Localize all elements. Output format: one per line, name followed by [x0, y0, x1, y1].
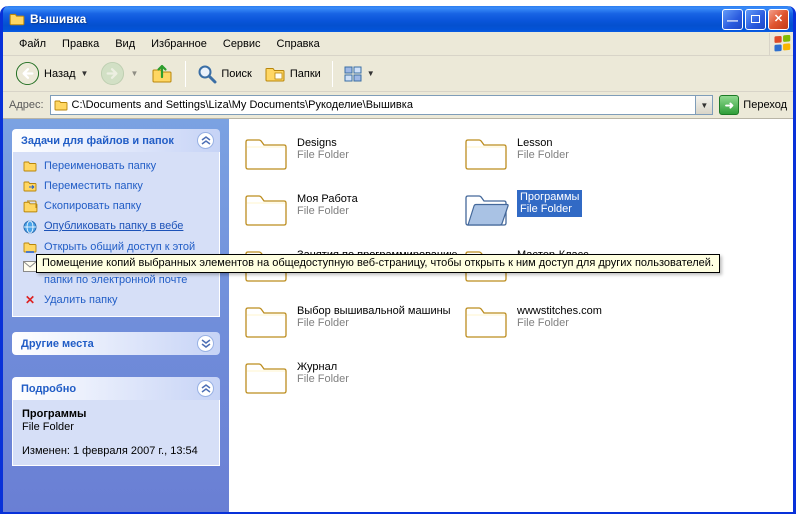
task-pane: Задачи для файлов и папок Переименовать …	[3, 119, 229, 512]
menu-bar: Файл Правка Вид Избранное Сервис Справка	[3, 32, 793, 56]
address-dropdown-icon[interactable]: ▼	[695, 96, 712, 114]
publish-globe-icon	[22, 220, 38, 234]
task-publish-folder-web[interactable]: Опубликовать папку в вебе	[22, 220, 213, 234]
address-bar: Адрес: C:\Documents and Settings\Liza\My…	[3, 92, 793, 119]
folders-button[interactable]: Папки	[258, 62, 327, 86]
title-bar[interactable]: Вышивка — ✕	[3, 6, 793, 32]
folder-icon	[243, 302, 289, 340]
chevron-up-icon[interactable]	[197, 132, 214, 149]
go-arrow-icon[interactable]: ➜	[719, 95, 739, 115]
copy-folder-icon	[22, 200, 38, 213]
forward-icon	[100, 61, 125, 86]
section-title: Другие места	[21, 338, 94, 350]
address-folder-icon	[54, 99, 68, 111]
details-folder-type: File Folder	[22, 421, 210, 433]
menu-help[interactable]: Справка	[269, 35, 328, 53]
back-dropdown-icon[interactable]: ▼	[81, 69, 89, 78]
section-header-other-places[interactable]: Другие места	[12, 332, 220, 355]
maximize-button[interactable]	[745, 9, 766, 30]
up-button[interactable]	[144, 60, 180, 88]
views-button[interactable]: ▼	[338, 63, 381, 85]
tooltip: Помещение копий выбранных элементов на о…	[36, 254, 720, 273]
folders-icon	[264, 65, 286, 83]
back-button[interactable]: Назад ▼	[9, 58, 94, 89]
folder-icon	[243, 134, 289, 172]
close-button[interactable]: ✕	[768, 9, 789, 30]
toolbar: Назад ▼ ▼ Поиск	[3, 56, 793, 92]
window-folder-icon	[9, 12, 25, 26]
folder-tile-programmy-selected[interactable]: ПрограммыFile Folder	[463, 190, 675, 246]
back-icon	[15, 61, 40, 86]
section-details: Подробно Программы File Folder Изменен: …	[12, 377, 220, 466]
rename-folder-icon	[22, 160, 38, 172]
section-title: Подробно	[21, 383, 76, 395]
folder-icon	[243, 358, 289, 396]
forward-dropdown-icon: ▼	[130, 69, 138, 78]
up-folder-icon	[150, 63, 174, 85]
views-icon	[344, 66, 362, 82]
folder-grid: DesignsFile Folder LessonFile Folder Моя…	[243, 134, 683, 414]
details-folder-name: Программы	[22, 408, 210, 420]
explorer-window: Вышивка — ✕ Файл Правка Вид Избранное Се…	[0, 6, 796, 514]
folder-tile-wwwstitches[interactable]: wwwstitches.comFile Folder	[463, 302, 675, 358]
section-other-places: Другие места	[12, 332, 220, 355]
go-label: Переход	[743, 99, 787, 111]
views-dropdown-icon[interactable]: ▼	[367, 69, 375, 78]
share-folder-icon	[22, 241, 38, 253]
folders-label: Папки	[290, 68, 321, 80]
windows-logo-icon	[769, 33, 791, 55]
search-label: Поиск	[221, 68, 251, 80]
back-label: Назад	[44, 68, 76, 80]
chevron-up-icon[interactable]	[197, 380, 214, 397]
menu-file[interactable]: Файл	[11, 35, 54, 53]
task-move-folder[interactable]: Переместить папку	[22, 180, 213, 193]
address-combobox[interactable]: C:\Documents and Settings\Liza\My Docume…	[50, 95, 714, 115]
window-title: Вышивка	[30, 12, 720, 26]
section-file-folder-tasks: Задачи для файлов и папок Переименовать …	[12, 129, 220, 317]
task-rename-folder[interactable]: Переименовать папку	[22, 160, 213, 173]
section-header-details[interactable]: Подробно	[12, 377, 220, 400]
folder-tile-lesson[interactable]: LessonFile Folder	[463, 134, 675, 190]
folder-icon	[463, 302, 509, 340]
folder-icon	[463, 134, 509, 172]
go-button[interactable]: ➜ Переход	[719, 95, 787, 115]
content-area: Задачи для файлов и папок Переименовать …	[3, 119, 793, 512]
address-label: Адрес:	[9, 99, 44, 111]
menu-favorites[interactable]: Избранное	[143, 35, 215, 53]
details-modified-date: Изменен: 1 февраля 2007 г., 13:54	[22, 445, 210, 457]
folder-tile-vybor-mashiny[interactable]: Выбор вышивальной машиныFile Folder	[243, 302, 455, 358]
file-list-area[interactable]: DesignsFile Folder LessonFile Folder Моя…	[229, 119, 793, 512]
section-title: Задачи для файлов и папок	[21, 135, 174, 147]
address-path[interactable]: C:\Documents and Settings\Liza\My Docume…	[72, 99, 692, 111]
search-icon	[197, 64, 217, 84]
task-copy-folder[interactable]: Скопировать папку	[22, 200, 213, 213]
menu-view[interactable]: Вид	[107, 35, 143, 53]
search-button[interactable]: Поиск	[191, 61, 257, 87]
folder-tile-designs[interactable]: DesignsFile Folder	[243, 134, 455, 190]
folder-tile-moya-rabota[interactable]: Моя РаботаFile Folder	[243, 190, 455, 246]
menu-edit[interactable]: Правка	[54, 35, 107, 53]
section-header-tasks[interactable]: Задачи для файлов и папок	[12, 129, 220, 152]
forward-button[interactable]: ▼	[94, 58, 144, 89]
minimize-button[interactable]: —	[722, 9, 743, 30]
task-share-folder[interactable]: Открыть общий доступ к этой	[22, 241, 213, 254]
folder-icon	[243, 190, 289, 228]
folder-tile-zhurnal[interactable]: ЖурналFile Folder	[243, 358, 455, 414]
delete-x-icon: ✕	[22, 294, 38, 306]
folder-selected-icon	[463, 190, 509, 228]
chevron-down-icon[interactable]	[197, 335, 214, 352]
task-delete-folder[interactable]: ✕ Удалить папку	[22, 294, 213, 307]
move-folder-icon	[22, 180, 38, 192]
menu-tools[interactable]: Сервис	[215, 35, 269, 53]
